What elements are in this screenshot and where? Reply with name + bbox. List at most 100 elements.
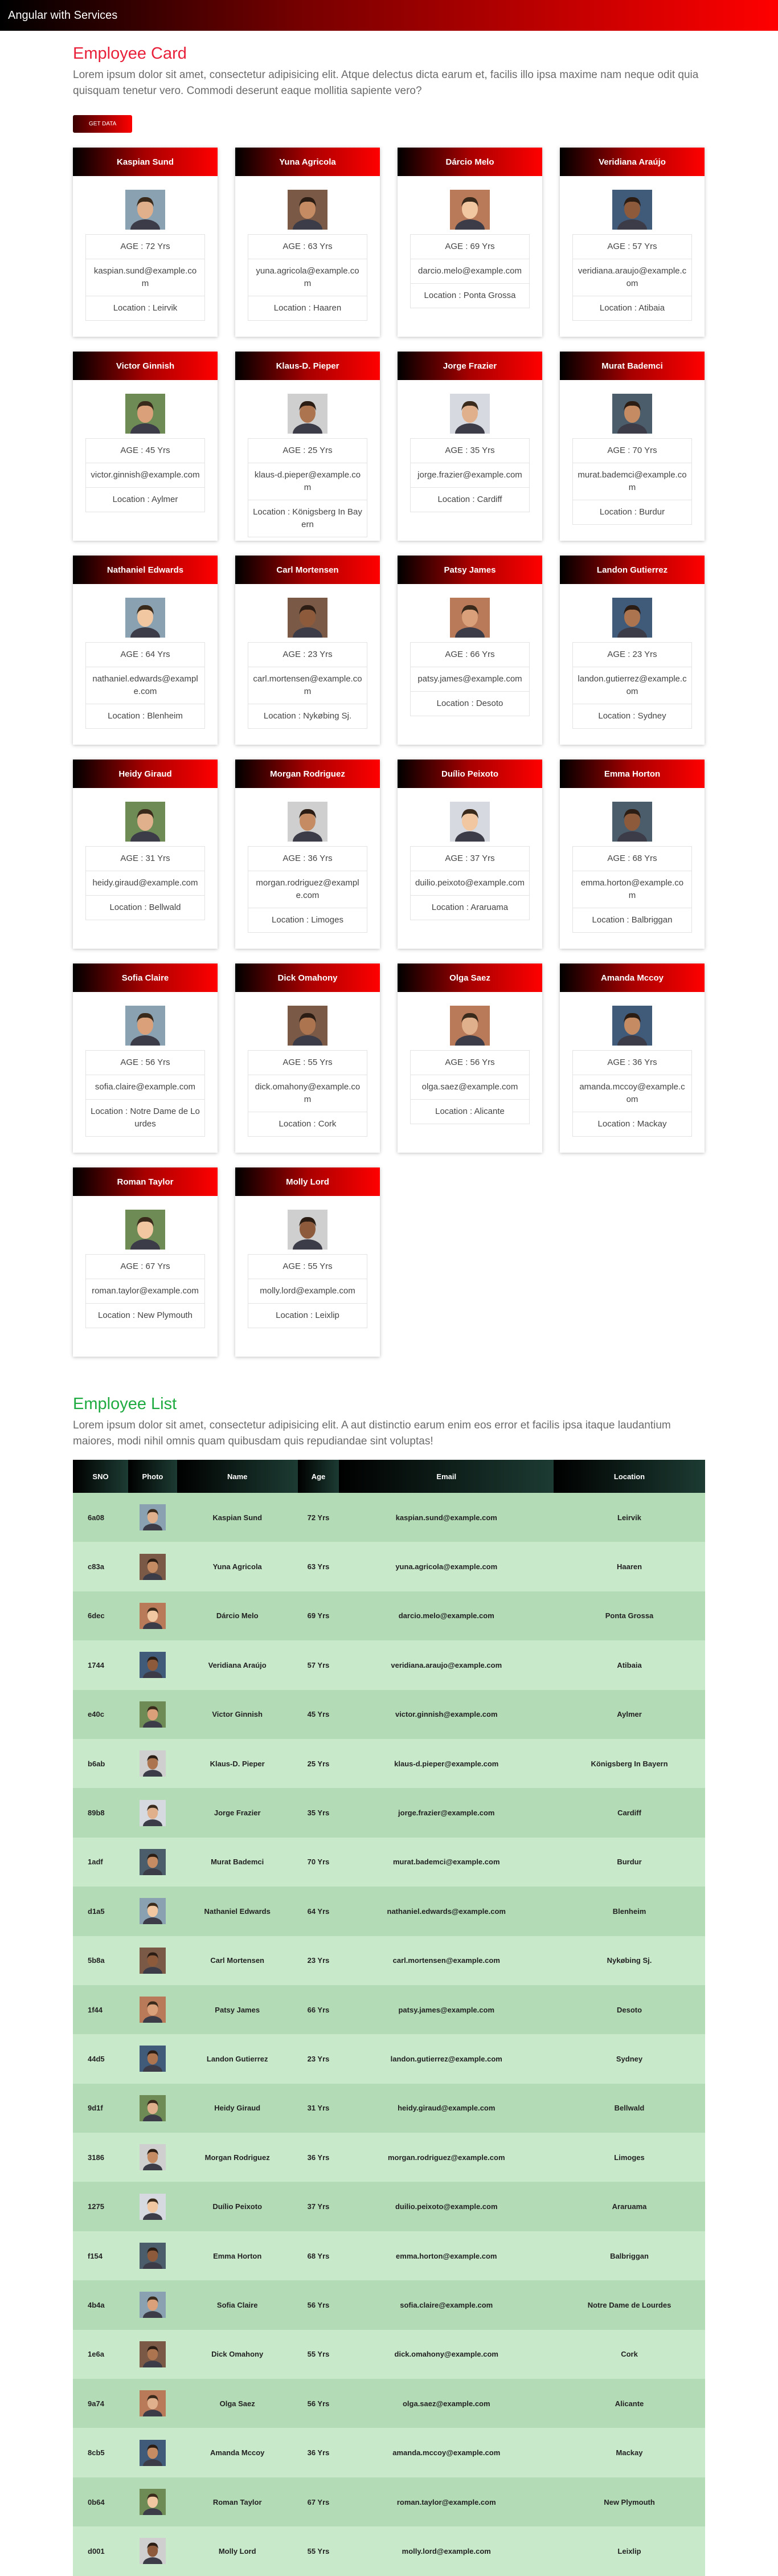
employee-card: Carl Mortensen AGE : 23 Yrs carl.mortensen…	[235, 556, 380, 745]
cell-age: 56 Yrs	[297, 2379, 339, 2428]
cell-location: Alicante	[554, 2379, 705, 2428]
card-header-name: Veridiana Araújo	[560, 148, 705, 176]
cell-photo	[128, 1689, 177, 1739]
cell-sno: 3186	[73, 2133, 128, 2182]
card-age: AGE : 55 Yrs	[248, 1255, 367, 1279]
cell-name: Dárcio Melo	[177, 1591, 298, 1641]
cell-age: 66 Yrs	[297, 1985, 339, 2035]
column-header: Email	[339, 1460, 554, 1493]
card-email: victor.ginnish@example.com	[86, 463, 204, 488]
card-age: AGE : 64 Yrs	[86, 643, 204, 667]
card-age: AGE : 23 Yrs	[248, 643, 367, 667]
card-age: AGE : 69 Yrs	[411, 235, 529, 259]
card-info-list: AGE : 37 Yrs duilio.peixoto@example.com Lo…	[410, 846, 530, 920]
employee-card: Morgan Rodriguez AGE : 36 Yrs morgan.rodri…	[235, 760, 380, 949]
avatar	[450, 190, 490, 240]
card-age: AGE : 23 Yrs	[573, 643, 691, 667]
card-age: AGE : 72 Yrs	[86, 235, 204, 259]
card-location: Location : Nykøbing Sj.	[263, 711, 352, 721]
avatar	[139, 1947, 166, 1981]
card-body: AGE : 35 Yrs jorge.frazier@example.com Loc…	[398, 394, 542, 512]
card-info-list: AGE : 72 Yrs kaspian.sund@example.com Loca…	[85, 234, 205, 321]
card-email: sofia.claire@example.com	[86, 1075, 204, 1100]
employee-card: Heidy Giraud AGE : 31 Yrs heidy.giraud@exa…	[73, 760, 218, 949]
card-body: AGE : 69 Yrs darcio.melo@example.com Locat…	[398, 190, 542, 308]
card-header-name: Dick Omahony	[235, 964, 380, 992]
card-info-list: AGE : 25 Yrs klaus-d.pieper@example.com Lo…	[248, 438, 367, 537]
avatar	[139, 1848, 166, 1882]
navbar: Angular with Services	[0, 0, 778, 31]
avatar	[139, 1602, 166, 1636]
cell-sno: 5b8a	[73, 1936, 128, 1985]
avatar	[139, 2489, 166, 2522]
avatar	[125, 394, 165, 444]
cell-age: 36 Yrs	[297, 2428, 339, 2477]
card-location: Location : Haaren	[273, 303, 342, 313]
cell-email: kaspian.sund@example.com	[339, 1493, 554, 1542]
cell-age: 68 Yrs	[297, 2231, 339, 2281]
card-section: Employee Card Lorem ipsum dolor sit amet…	[73, 31, 705, 1371]
card-header-name: Kaspian Sund	[73, 148, 218, 176]
card-email: dick.omahony@example.com	[248, 1075, 367, 1112]
cell-photo	[128, 2231, 177, 2281]
cell-name: Patsy James	[177, 1985, 298, 2035]
cell-photo	[128, 1788, 177, 1838]
card-header-name: Patsy James	[398, 556, 542, 584]
avatar	[139, 2095, 166, 2128]
cell-location: Königsberg In Bayern	[554, 1738, 705, 1789]
card-location: Location : Leirvik	[113, 303, 178, 313]
app-brand[interactable]: Angular with Services	[8, 0, 117, 31]
card-body: AGE : 55 Yrs molly.lord@example.com Locati…	[235, 1210, 380, 1328]
cell-location: Sydney	[554, 2034, 705, 2084]
card-header-name: Duílio Peixoto	[398, 760, 542, 788]
cell-location: Atibaia	[554, 1640, 705, 1690]
card-header-name: Jorge Frazier	[398, 352, 542, 380]
cell-sno: d001	[73, 2526, 128, 2576]
table-row: 6a08 Kaspian Sund 72 Yrs kaspian.sund@examp…	[73, 1493, 705, 1542]
cell-email: dick.omahony@example.com	[339, 2329, 554, 2379]
cell-email: roman.taylor@example.com	[339, 2477, 554, 2527]
card-info-list: AGE : 56 Yrs olga.saez@example.com Locatio…	[410, 1050, 530, 1124]
avatar	[139, 2538, 166, 2571]
card-age: AGE : 37 Yrs	[411, 847, 529, 871]
avatar	[612, 802, 652, 852]
cell-age: 35 Yrs	[297, 1788, 339, 1838]
employee-card: Roman Taylor AGE : 67 Yrs roman.taylor@exa…	[73, 1167, 218, 1357]
cell-email: duilio.peixoto@example.com	[339, 2182, 554, 2231]
cell-sno: 6dec	[73, 1591, 128, 1641]
card-info-list: AGE : 67 Yrs roman.taylor@example.com Loca…	[85, 1254, 205, 1328]
cell-photo	[128, 1542, 177, 1591]
avatar	[450, 1006, 490, 1056]
card-body: AGE : 68 Yrs emma.horton@example.com Locat…	[560, 802, 705, 933]
employee-card: Molly Lord AGE : 55 Yrs molly.lord@example…	[235, 1167, 380, 1357]
cell-photo	[128, 1640, 177, 1690]
card-body: AGE : 45 Yrs victor.ginnish@example.com Lo…	[73, 394, 218, 512]
avatar	[139, 2390, 166, 2424]
cell-sno: 8cb5	[73, 2428, 128, 2477]
cell-name: Veridiana Araújo	[177, 1640, 298, 1690]
cell-photo	[128, 1837, 177, 1887]
cell-sno: e40c	[73, 1689, 128, 1739]
column-header: Photo	[128, 1460, 177, 1493]
card-body: AGE : 55 Yrs dick.omahony@example.com Loca…	[235, 1006, 380, 1137]
card-location: Location : Königsberg In Bayern	[253, 507, 362, 529]
table-row: 8cb5 Amanda Mccoy 36 Yrs amanda.mccoy@examp…	[73, 2428, 705, 2477]
column-header: Name	[177, 1460, 298, 1493]
card-email: olga.saez@example.com	[411, 1075, 529, 1100]
cell-location: Nykøbing Sj.	[554, 1936, 705, 1985]
card-info-list: AGE : 45 Yrs victor.ginnish@example.com Lo…	[85, 438, 205, 512]
card-age: AGE : 57 Yrs	[573, 235, 691, 259]
employee-card: Dárcio Melo AGE : 69 Yrs darcio.melo@examp…	[398, 148, 542, 337]
avatar	[139, 1997, 166, 2030]
cell-name: Murat Bademci	[177, 1837, 298, 1887]
cell-email: olga.saez@example.com	[339, 2379, 554, 2428]
card-email: heidy.giraud@example.com	[86, 871, 204, 896]
card-location: Location : Limoges	[272, 915, 343, 925]
card-header-name: Molly Lord	[235, 1167, 380, 1196]
cell-photo	[128, 1738, 177, 1789]
get-data-button[interactable]: GET DATA	[73, 115, 133, 133]
cell-age: 56 Yrs	[297, 2280, 339, 2330]
card-location: Location : Ponta Grossa	[424, 291, 516, 300]
employee-cards: Kaspian Sund AGE : 72 Yrs kaspian.sund@exa…	[73, 148, 705, 1357]
card-age: AGE : 66 Yrs	[411, 643, 529, 667]
